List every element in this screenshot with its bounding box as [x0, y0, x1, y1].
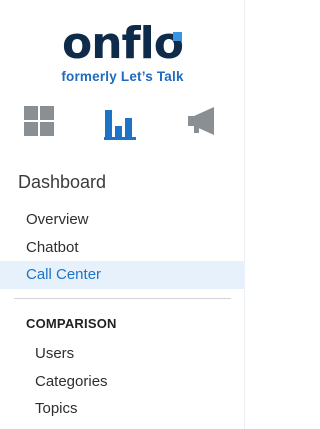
- icon-bar: [0, 104, 245, 144]
- section-title: Dashboard: [18, 172, 107, 192]
- comparison-title: COMPARISON: [26, 316, 117, 331]
- bar-chart-icon[interactable]: [104, 104, 144, 144]
- comparison-item-users[interactable]: Users: [0, 340, 245, 368]
- logo[interactable]: onflo formerly Let’s Talk: [0, 18, 245, 85]
- logo-wordmark: onflo: [61, 18, 184, 69]
- comparison-item-topics[interactable]: Topics: [0, 395, 245, 423]
- nav-list: Overview Chatbot Call Center: [0, 206, 245, 289]
- megaphone-icon[interactable]: [186, 104, 226, 144]
- logo-accent-square: [173, 32, 182, 41]
- nav-item-call-center[interactable]: Call Center: [0, 261, 245, 289]
- nav-item-chatbot[interactable]: Chatbot: [0, 234, 245, 262]
- comparison-item-categories[interactable]: Categories: [0, 368, 245, 396]
- sidebar: onflo formerly Let’s Talk Dashboard Over…: [0, 0, 245, 429]
- comparison-list: Users Categories Topics: [0, 340, 245, 423]
- grid-icon[interactable]: [22, 104, 62, 144]
- divider: [14, 298, 231, 299]
- nav-item-overview[interactable]: Overview: [0, 206, 245, 234]
- logo-tagline: formerly Let’s Talk: [61, 69, 184, 84]
